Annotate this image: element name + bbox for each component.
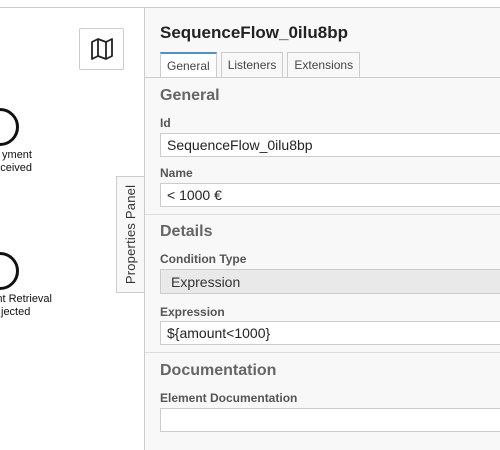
name-label: Name bbox=[160, 166, 193, 180]
event-label-retrieval-rejected: nt Retrieval jected bbox=[0, 293, 52, 319]
element-documentation-label: Element Documentation bbox=[160, 391, 298, 405]
id-label: Id bbox=[160, 116, 171, 130]
id-field[interactable]: SequenceFlow_0ilu8bp bbox=[160, 133, 500, 157]
minimap-toggle-button[interactable] bbox=[79, 28, 124, 70]
element-documentation-field[interactable] bbox=[160, 408, 500, 432]
tab-general[interactable]: General bbox=[160, 52, 217, 78]
condition-type-select[interactable]: Expression bbox=[160, 269, 500, 294]
event-label-payment-received: yment ceived bbox=[0, 149, 32, 175]
map-icon bbox=[90, 38, 113, 60]
tab-extensions[interactable]: Extensions bbox=[287, 52, 361, 77]
section-divider bbox=[145, 214, 500, 215]
group-heading-general[interactable]: General bbox=[160, 87, 220, 105]
expression-label: Expression bbox=[160, 305, 225, 319]
properties-panel-toggle-label: Properties Panel bbox=[123, 184, 139, 285]
condition-type-label: Condition Type bbox=[160, 252, 247, 266]
end-event-payment-received[interactable] bbox=[0, 108, 19, 146]
canvas-top-border bbox=[0, 7, 145, 8]
group-heading-documentation[interactable]: Documentation bbox=[160, 362, 276, 380]
event-label-line: ceived bbox=[0, 162, 32, 174]
event-label-line: jected bbox=[1, 306, 31, 318]
name-field[interactable]: < 1000 € bbox=[160, 183, 500, 207]
event-label-line: yment bbox=[2, 149, 32, 161]
panel-title: SequenceFlow_0ilu8bp bbox=[160, 23, 348, 42]
expression-field[interactable]: ${amount<1000} bbox=[160, 321, 500, 345]
event-label-line: nt Retrieval bbox=[0, 293, 52, 305]
tab-divider bbox=[145, 77, 500, 78]
panel-tabs: General Listeners Extensions bbox=[160, 52, 364, 78]
properties-panel: SequenceFlow_0ilu8bp General Listeners E… bbox=[144, 7, 500, 450]
end-event-retrieval-rejected[interactable] bbox=[0, 252, 19, 290]
tab-listeners[interactable]: Listeners bbox=[220, 52, 284, 77]
section-divider bbox=[145, 352, 500, 353]
properties-panel-toggle[interactable]: Properties Panel bbox=[116, 176, 145, 293]
group-heading-details[interactable]: Details bbox=[160, 223, 212, 241]
